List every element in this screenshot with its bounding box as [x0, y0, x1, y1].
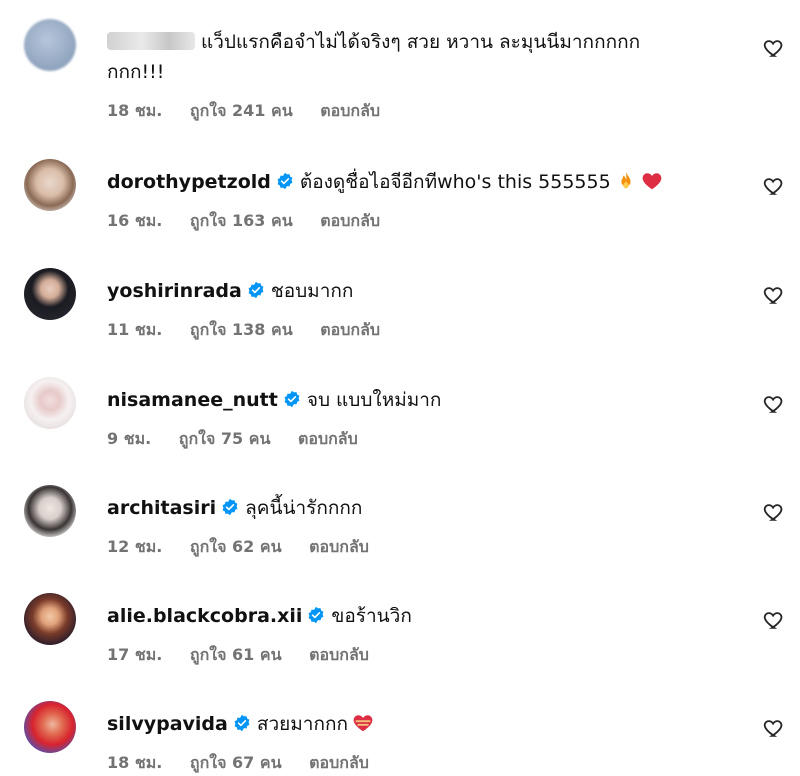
heart-outline-icon[interactable]: [763, 393, 785, 415]
username[interactable]: silvypavida: [107, 713, 228, 735]
comment-time: 16 ชม.: [107, 211, 163, 230]
comment-time: 18 ชม.: [107, 753, 163, 772]
comment-time: 11 ชม.: [107, 320, 163, 339]
verified-badge-icon: [248, 281, 264, 299]
avatar[interactable]: [24, 593, 76, 645]
username[interactable]: dorothypetzold: [107, 171, 271, 193]
reply-button[interactable]: ตอบกลับ: [309, 537, 369, 556]
verified-badge-icon: [222, 498, 238, 516]
comment-list: แว็ปแรกคือจำไม่ได้จริงๆ สวย หวาน ละมุนนี…: [0, 0, 800, 773]
username[interactable]: architasiri: [107, 497, 216, 519]
comment-text: ขอร้านวิก: [331, 605, 412, 627]
reply-button[interactable]: ตอบกลับ: [298, 429, 358, 448]
comment-meta: 17 ชม. ถูกใจ 61 คน ตอบกลับ: [107, 643, 747, 668]
heart-outline-icon[interactable]: [763, 284, 785, 306]
like-count[interactable]: ถูกใจ 67 คน: [190, 753, 282, 772]
avatar[interactable]: [24, 701, 76, 753]
red-heart-emoji: [642, 173, 662, 190]
verified-badge-icon: [308, 606, 324, 624]
like-count[interactable]: ถูกใจ 138 คน: [190, 320, 293, 339]
heart-outline-icon[interactable]: [763, 609, 785, 631]
comment-meta: 18 ชม. ถูกใจ 241 คน ตอบกลับ: [107, 99, 747, 124]
username[interactable]: alie.blackcobra.xii: [107, 605, 302, 627]
heart-outline-icon[interactable]: [763, 37, 785, 59]
like-count[interactable]: ถูกใจ 163 คน: [190, 211, 293, 230]
comment-text-continued: กกก!!!: [107, 61, 165, 83]
like-count[interactable]: ถูกใจ 241 คน: [190, 101, 293, 120]
heart-outline-icon[interactable]: [763, 175, 785, 197]
comment-time: 12 ชม.: [107, 537, 163, 556]
comment-text: ลุคนี้น่ารักกกก: [245, 497, 363, 519]
heart-outline-icon[interactable]: [763, 717, 785, 739]
reply-button[interactable]: ตอบกลับ: [309, 753, 369, 772]
comment-time: 18 ชม.: [107, 101, 163, 120]
heart-outline-icon[interactable]: [763, 501, 785, 523]
username[interactable]: nisamanee_nutt: [107, 389, 278, 411]
comment-meta: 11 ชม. ถูกใจ 138 คน ตอบกลับ: [107, 318, 747, 343]
avatar[interactable]: [24, 159, 76, 211]
fire-emoji: [621, 171, 631, 189]
verified-badge-icon: [234, 714, 250, 732]
username[interactable]: yoshirinrada: [107, 280, 242, 302]
avatar[interactable]: [24, 377, 76, 429]
reply-button[interactable]: ตอบกลับ: [309, 645, 369, 664]
comment-meta: 18 ชม. ถูกใจ 67 คน ตอบกลับ: [107, 751, 747, 776]
comment-time: 9 ชม.: [107, 429, 152, 448]
heart-on-fire-emoji: [353, 715, 373, 732]
verified-badge-icon: [277, 172, 293, 190]
like-count[interactable]: ถูกใจ 62 คน: [190, 537, 282, 556]
comment-text: แว็ปแรกคือจำไม่ได้จริงๆ สวย หวาน ละมุนนี…: [201, 31, 641, 53]
reply-button[interactable]: ตอบกลับ: [320, 101, 380, 120]
avatar[interactable]: [24, 19, 76, 71]
like-count[interactable]: ถูกใจ 61 คน: [190, 645, 282, 664]
reply-button[interactable]: ตอบกลับ: [320, 211, 380, 230]
reply-button[interactable]: ตอบกลับ: [320, 320, 380, 339]
comment-text: ต้องดูชื่อไอจีอีกทีwho's this 555555: [299, 171, 611, 193]
comment-meta: 16 ชม. ถูกใจ 163 คน ตอบกลับ: [107, 209, 747, 234]
like-count[interactable]: ถูกใจ 75 คน: [179, 429, 271, 448]
comment-text: ชอบมากก: [270, 280, 354, 302]
username-blurred[interactable]: [107, 32, 195, 50]
avatar[interactable]: [24, 485, 76, 537]
comment-text: สวยมากกก: [256, 713, 348, 735]
comment-meta: 12 ชม. ถูกใจ 62 คน ตอบกลับ: [107, 535, 747, 560]
comment-time: 17 ชม.: [107, 645, 163, 664]
comment-text: จบ แบบใหม่มาก: [306, 389, 442, 411]
avatar[interactable]: [24, 268, 76, 320]
verified-badge-icon: [284, 390, 300, 408]
comment-meta: 9 ชม. ถูกใจ 75 คน ตอบกลับ: [107, 427, 747, 452]
